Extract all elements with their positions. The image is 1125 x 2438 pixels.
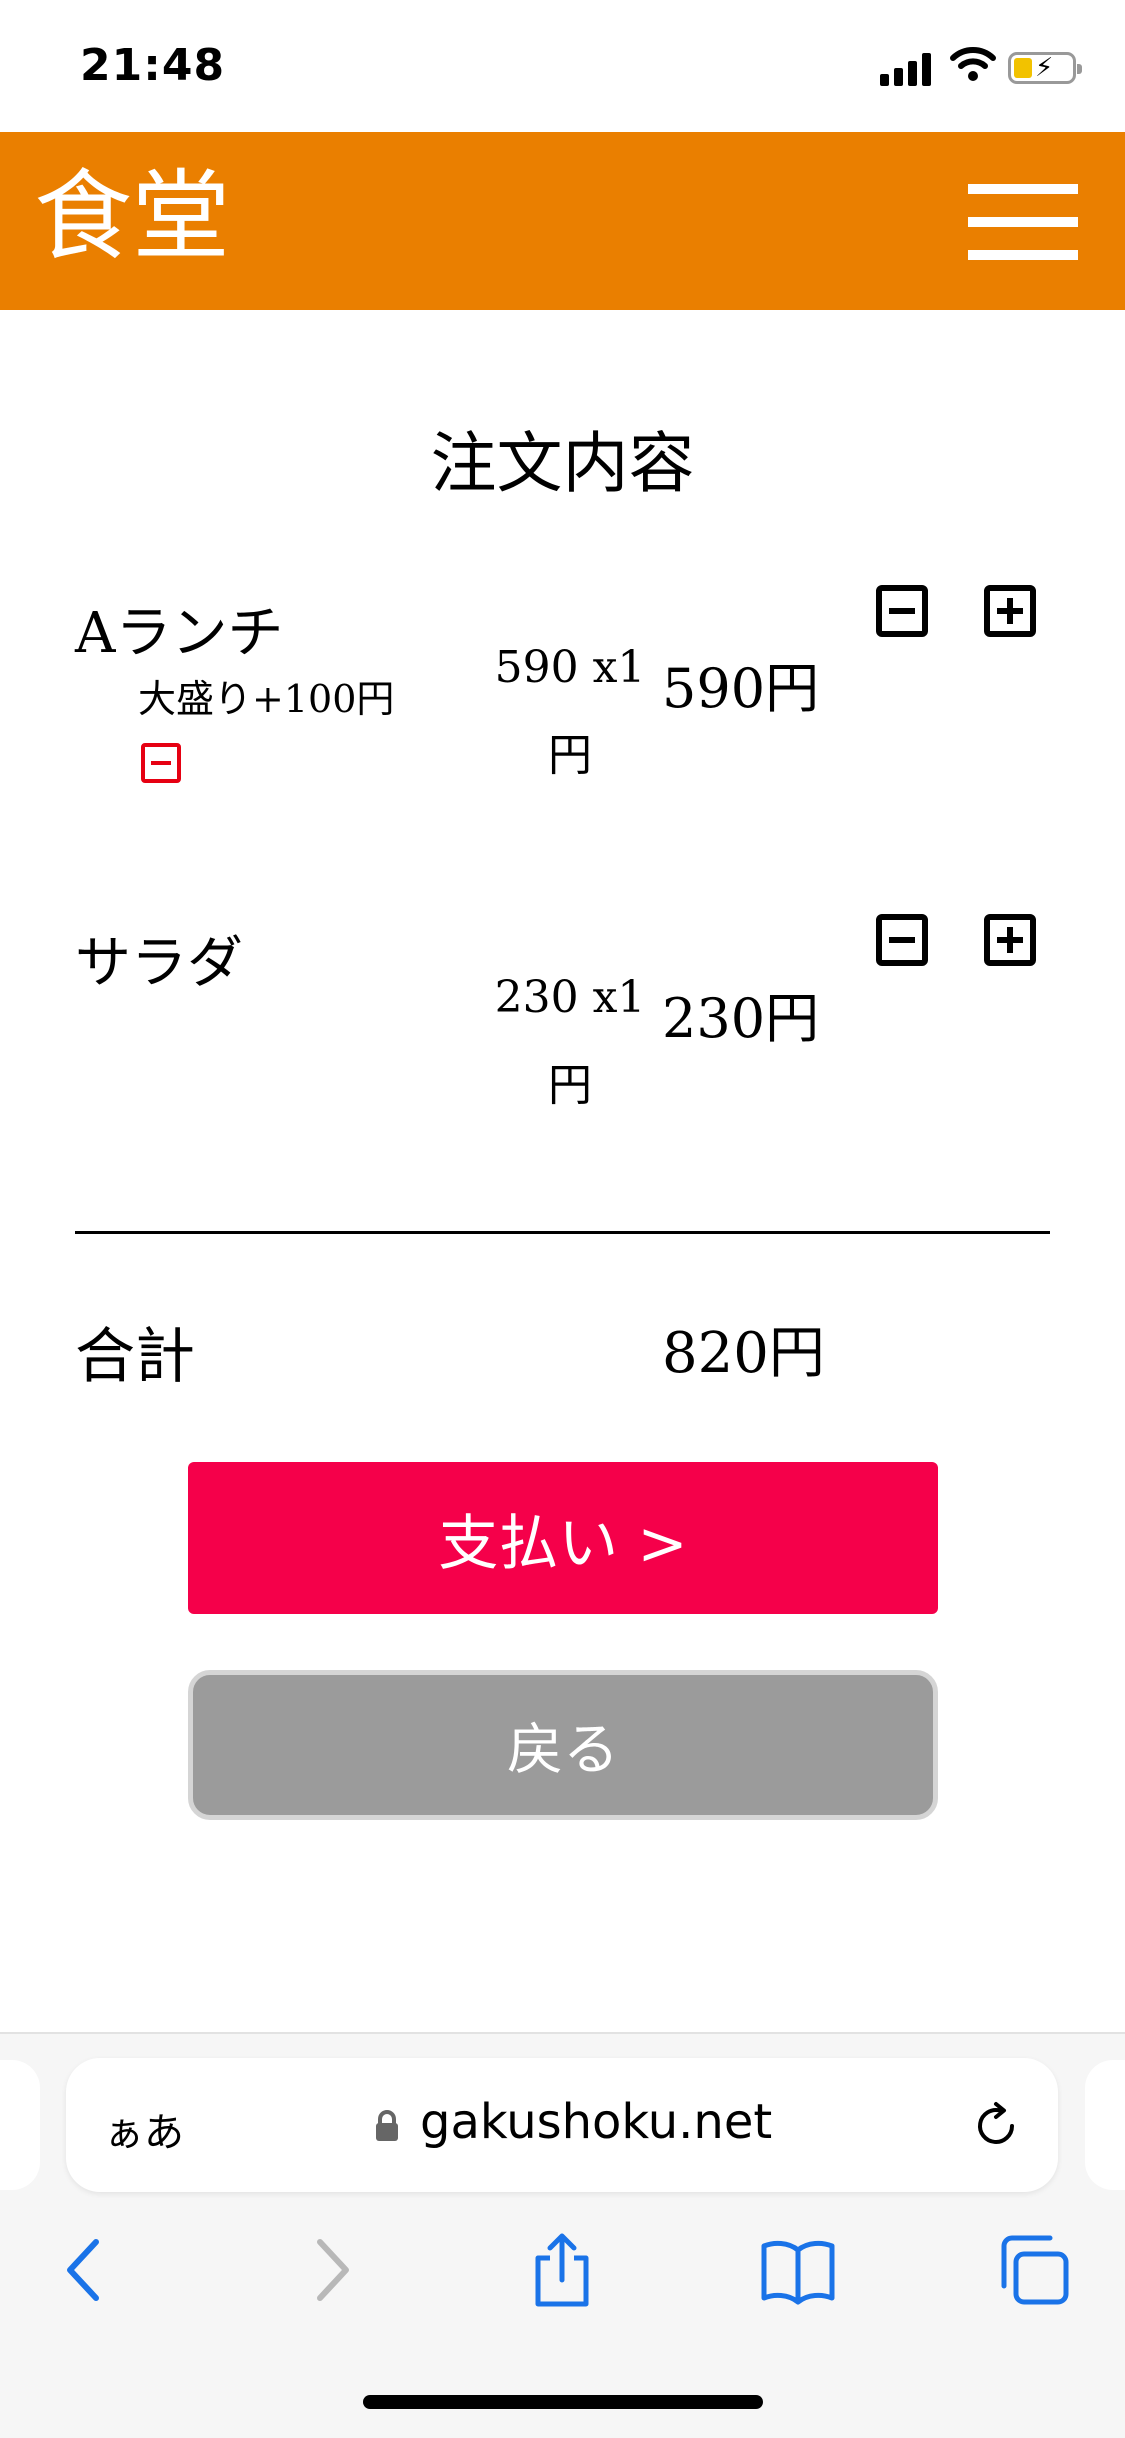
line-total: 590円 [662, 657, 820, 720]
back-arrow-icon[interactable] [46, 2230, 126, 2310]
page-settings-button[interactable]: ぁあ [104, 2100, 184, 2158]
lock-icon [376, 2110, 398, 2141]
increase-quantity-button[interactable] [984, 585, 1036, 637]
url-text[interactable]: gakushoku.net [420, 2094, 772, 2150]
divider [75, 1231, 1050, 1234]
decrease-quantity-button[interactable] [876, 914, 928, 966]
unit-price: 590 x1 円 [494, 642, 646, 781]
menu-icon[interactable] [968, 184, 1078, 260]
status-time: 21:48 [80, 40, 226, 91]
total-value: 820円 [662, 1321, 825, 1386]
share-icon[interactable] [522, 2230, 602, 2310]
wifi-icon [950, 47, 996, 81]
decrease-quantity-button[interactable] [876, 585, 928, 637]
pay-button[interactable]: 支払い > [188, 1462, 938, 1614]
remove-option-button[interactable] [141, 743, 181, 783]
bookmarks-icon[interactable] [758, 2230, 838, 2310]
increase-quantity-button[interactable] [984, 914, 1036, 966]
line-total: 230円 [662, 987, 820, 1050]
item-option: 大盛り+100円 [138, 677, 395, 721]
unit-price: 230 x1 円 [494, 972, 646, 1111]
total-label: 合計 [75, 1322, 195, 1392]
back-button[interactable]: 戻る [188, 1670, 938, 1820]
next-tab-preview[interactable] [1085, 2060, 1125, 2190]
item-name: Aランチ [75, 601, 284, 666]
home-indicator [363, 2395, 763, 2409]
battery-icon: ⚡ [1008, 52, 1082, 84]
page-title: 注文内容 [430, 425, 695, 502]
previous-tab-preview[interactable] [0, 2060, 40, 2190]
tabs-icon[interactable] [994, 2230, 1074, 2310]
forward-arrow-icon[interactable] [290, 2230, 370, 2310]
cellular-signal-icon [880, 50, 932, 86]
item-name: サラダ [75, 931, 243, 996]
reload-icon[interactable] [966, 2096, 1026, 2156]
site-logo[interactable]: 食堂 [34, 168, 230, 266]
